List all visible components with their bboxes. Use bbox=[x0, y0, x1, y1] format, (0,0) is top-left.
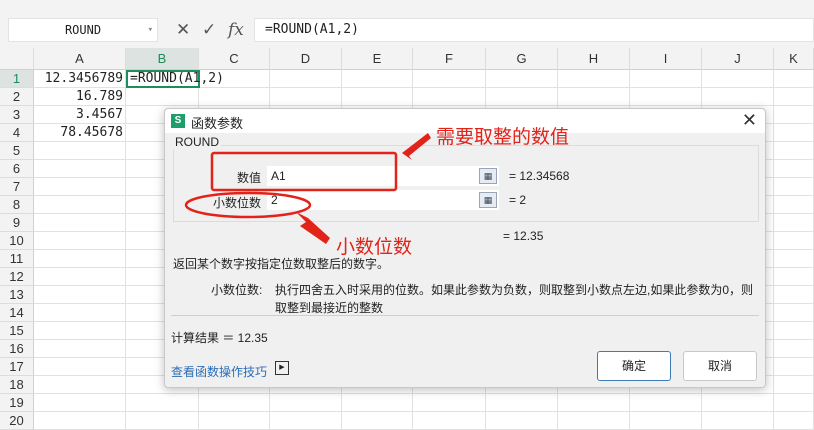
annotation-value: 需要取整的数值 bbox=[436, 127, 570, 148]
highlight-box bbox=[210, 151, 398, 192]
highlight-ellipse bbox=[184, 191, 312, 219]
arrow-icon bbox=[296, 212, 330, 244]
annotation-overlay bbox=[184, 133, 431, 244]
arrow-icon bbox=[402, 133, 431, 160]
annotation-digits: 小数位数 bbox=[336, 237, 413, 258]
